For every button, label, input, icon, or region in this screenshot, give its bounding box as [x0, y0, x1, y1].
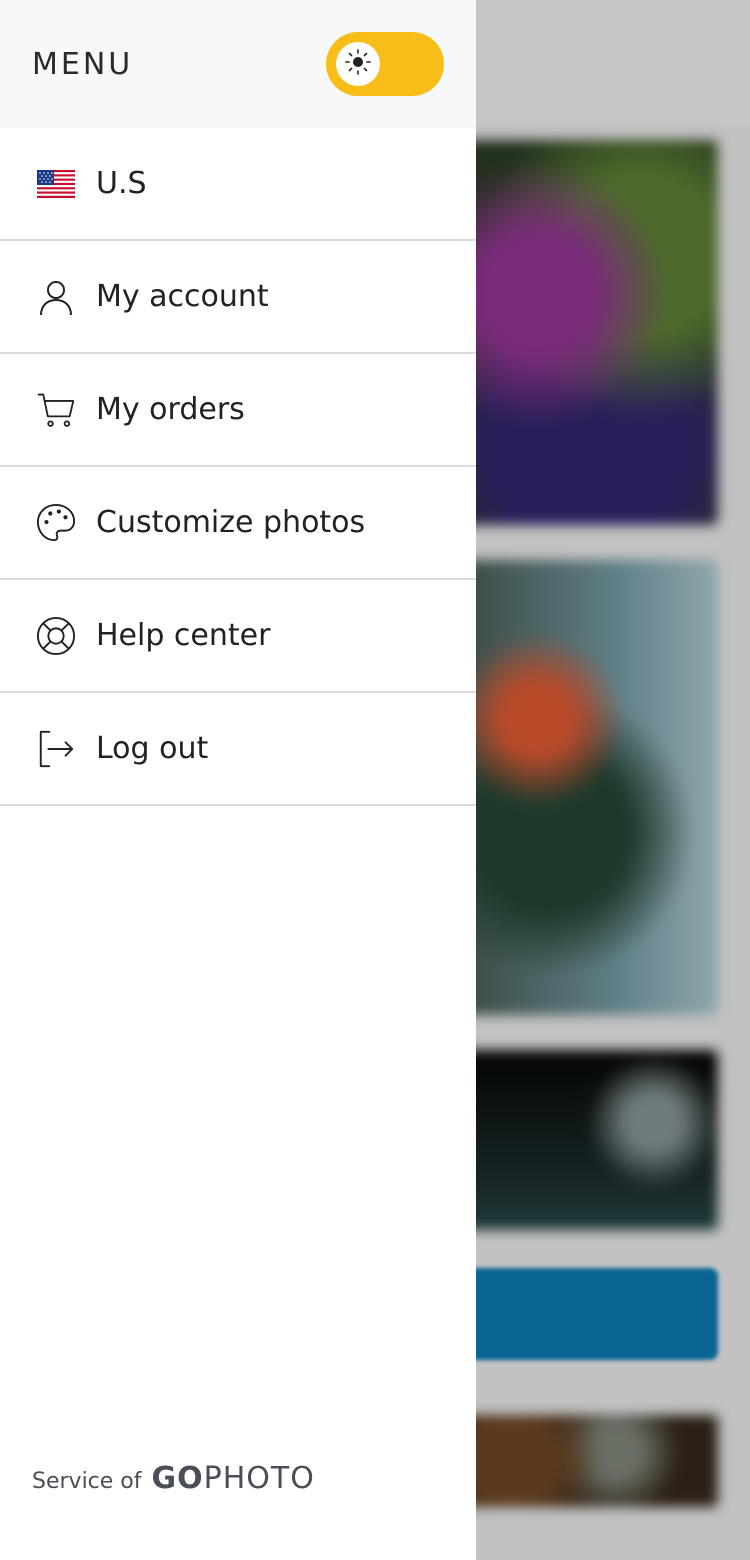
menu-item-my-orders[interactable]: My orders	[0, 354, 476, 467]
background-photo-card	[460, 1050, 718, 1230]
menu-item-label: Help center	[96, 618, 271, 653]
us-flag-icon	[36, 164, 76, 204]
menu-item-label: My orders	[96, 392, 245, 427]
palette-icon	[36, 503, 76, 543]
sun-icon	[343, 47, 373, 81]
background-photo-card	[460, 140, 718, 525]
menu-item-label: My account	[96, 279, 269, 314]
user-icon	[36, 277, 76, 317]
drawer-header: MENU	[0, 0, 476, 128]
lifebuoy-icon	[36, 616, 76, 656]
background-photo-card	[460, 1415, 718, 1507]
brand-logo-light: PHOTO	[203, 1461, 315, 1496]
menu-item-region[interactable]: U.S	[0, 128, 476, 241]
brand-logo-bold: GO	[151, 1461, 204, 1496]
menu-item-label: Customize photos	[96, 505, 366, 540]
background-action-button	[460, 1268, 718, 1360]
menu-title: MENU	[32, 46, 134, 82]
logout-icon	[36, 729, 76, 769]
cart-icon	[36, 390, 76, 430]
menu-item-my-account[interactable]: My account	[0, 241, 476, 354]
side-menu-drawer: MENU U.S My account My orders Customize …	[0, 0, 476, 1560]
menu-item-help-center[interactable]: Help center	[0, 580, 476, 693]
menu-item-customize-photos[interactable]: Customize photos	[0, 467, 476, 580]
footer-text: Service of	[32, 1469, 142, 1494]
menu-item-label: U.S	[96, 166, 147, 201]
theme-toggle[interactable]	[326, 32, 444, 96]
drawer-footer: Service of GO PHOTO	[32, 1461, 315, 1496]
menu-item-log-out[interactable]: Log out	[0, 693, 476, 806]
toggle-knob	[336, 42, 380, 86]
background-photo-card	[460, 560, 718, 1015]
menu-list: U.S My account My orders Customize photo…	[0, 128, 476, 806]
menu-item-label: Log out	[96, 731, 209, 766]
